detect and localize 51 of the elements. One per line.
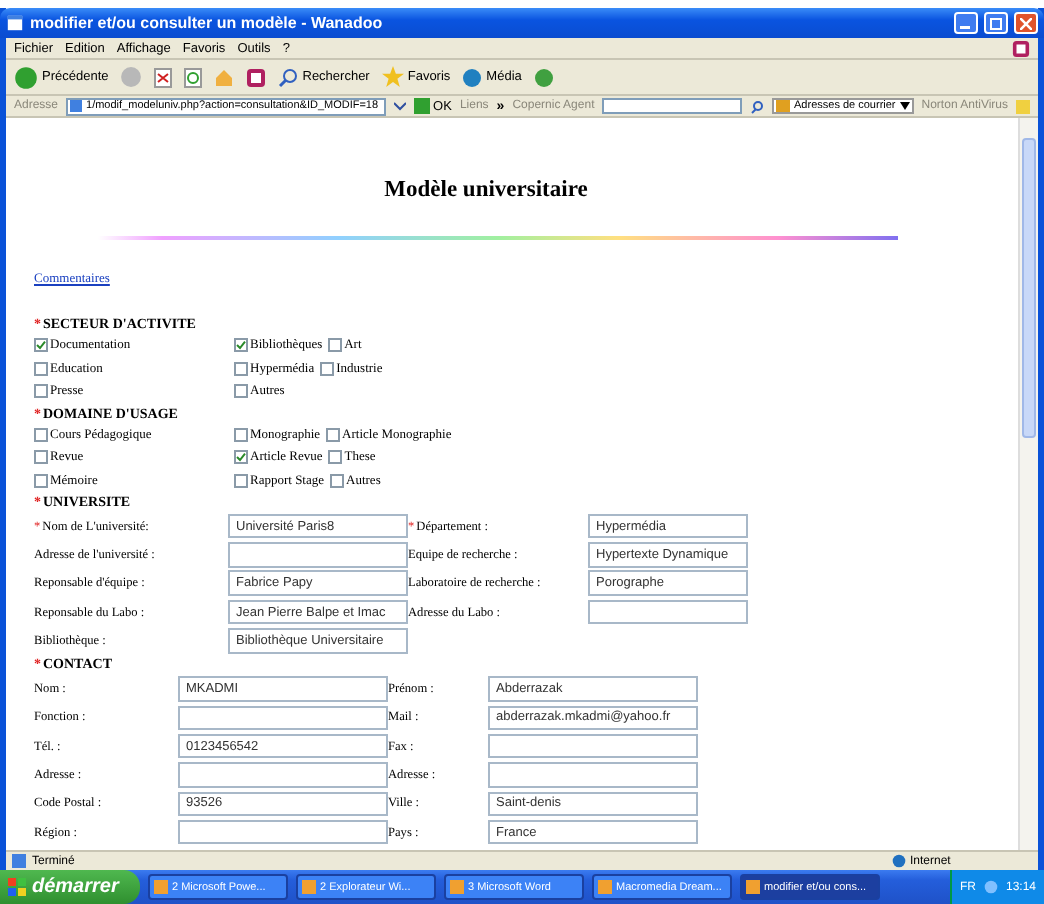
checkbox[interactable] — [34, 450, 48, 465]
checkbox[interactable] — [326, 427, 341, 442]
maximize-button[interactable] — [984, 12, 1008, 34]
checkbox[interactable] — [34, 384, 48, 399]
search-field[interactable] — [602, 98, 743, 114]
app-icon — [746, 880, 760, 894]
flag-icon — [8, 878, 26, 896]
app-icon — [598, 880, 612, 894]
maximize-icon — [990, 17, 1002, 29]
checkbox[interactable] — [234, 450, 248, 465]
checkbox[interactable] — [34, 361, 48, 376]
minimize-button[interactable] — [954, 12, 978, 34]
text-field[interactable] — [178, 705, 388, 731]
text-field[interactable] — [228, 542, 408, 568]
stop-icon[interactable] — [154, 67, 173, 87]
refresh-icon[interactable] — [184, 67, 203, 87]
text-field[interactable] — [178, 819, 388, 845]
app-icon — [302, 880, 316, 894]
checkbox[interactable] — [330, 473, 345, 488]
checkbox[interactable] — [34, 427, 48, 442]
checkbox[interactable] — [234, 473, 248, 488]
star-icon — [381, 66, 404, 88]
checkbox[interactable] — [320, 361, 335, 376]
checkbox[interactable] — [234, 427, 248, 442]
close-icon — [1020, 17, 1032, 29]
page-title: Modèle universitaire — [382, 178, 590, 202]
scrollbar[interactable] — [1018, 118, 1038, 850]
text-field[interactable] — [488, 733, 698, 759]
close-button[interactable] — [1014, 12, 1038, 34]
checkbox[interactable] — [234, 384, 248, 399]
dropdown-arrow-icon — [899, 102, 910, 110]
home-icon[interactable] — [214, 67, 235, 87]
checkbox[interactable] — [328, 338, 343, 353]
search-icon[interactable] — [750, 99, 765, 113]
text-field[interactable] — [178, 762, 388, 788]
search-icon — [278, 67, 299, 87]
page-icon — [70, 100, 83, 112]
checkbox[interactable] — [328, 450, 343, 465]
app-icon — [450, 880, 464, 894]
app-icon — [154, 880, 168, 894]
checkbox[interactable] — [234, 338, 248, 353]
logo-icon[interactable] — [246, 67, 267, 87]
text-field[interactable] — [588, 599, 748, 625]
window-title: modifier et/ou consulter un modèle - Wanadoo — [30, 14, 385, 32]
text-field[interactable] — [488, 762, 698, 788]
browser-icon — [6, 14, 24, 32]
logo-icon — [1012, 39, 1030, 57]
page-icon — [12, 854, 26, 868]
checkbox[interactable] — [34, 338, 48, 353]
checkbox[interactable] — [234, 361, 248, 376]
checkbox[interactable] — [34, 473, 48, 488]
